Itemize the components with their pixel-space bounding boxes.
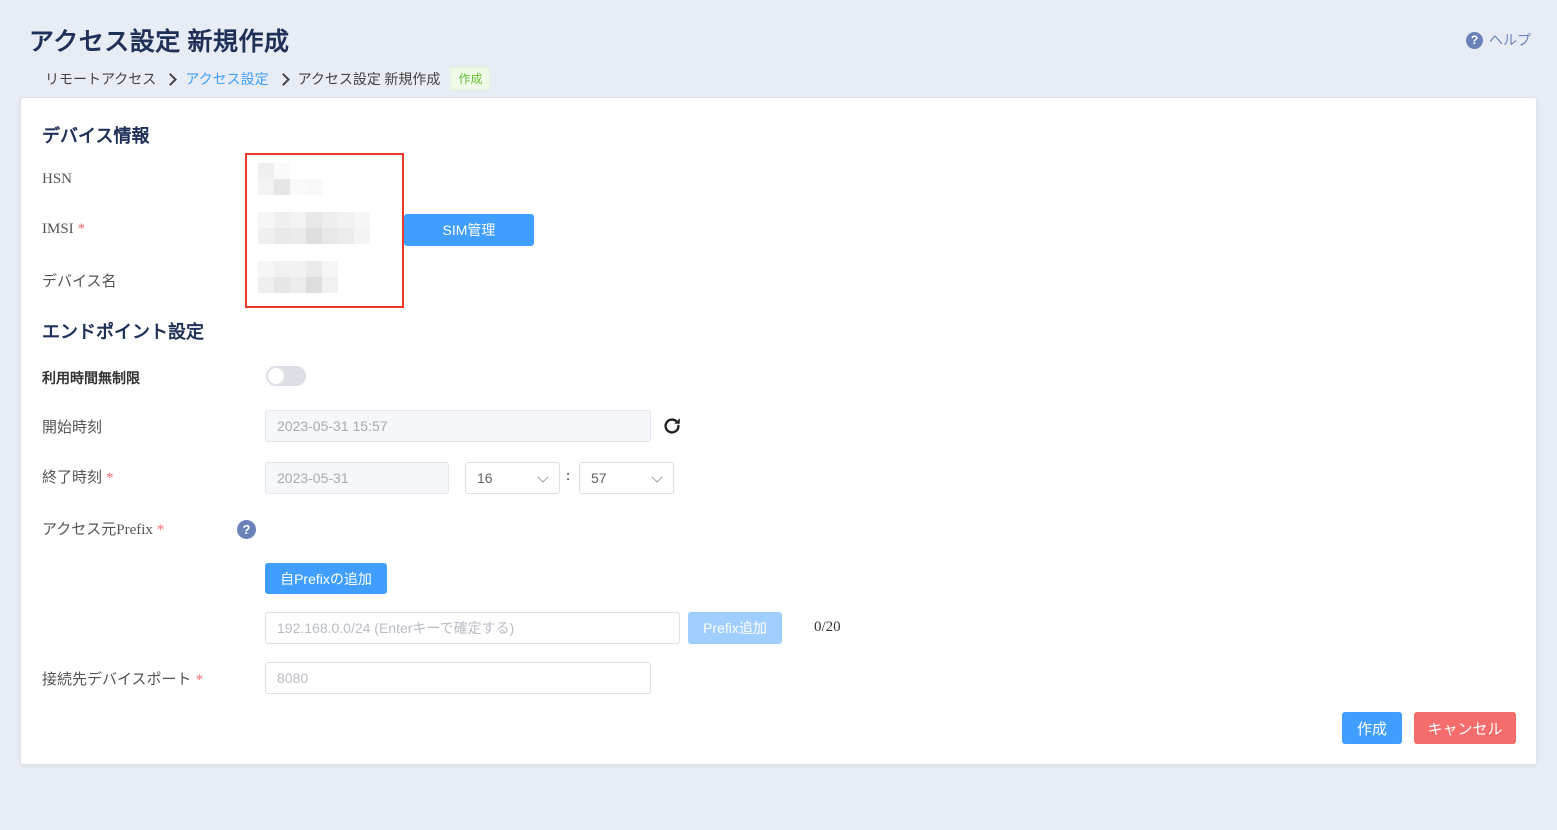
endpoint-section-title: エンドポイント設定 (42, 322, 204, 342)
device-port-input[interactable]: 8080 (265, 662, 651, 694)
unlimited-time-toggle[interactable] (266, 366, 306, 386)
end-minute-select[interactable]: 57 (579, 462, 674, 494)
end-hour-select[interactable]: 16 (465, 462, 560, 494)
chevron-down-icon (651, 471, 663, 483)
prefix-add-button[interactable]: Prefix追加 (688, 612, 782, 644)
create-button[interactable]: 作成 (1342, 712, 1402, 744)
chevron-down-icon (537, 471, 549, 483)
end-time-label: 終了時刻 * (42, 470, 114, 486)
hsn-label: HSN (42, 171, 73, 187)
unlimited-time-label: 利用時間無制限 (42, 370, 140, 386)
sim-management-button[interactable]: SIM管理 (404, 214, 534, 246)
help-label: ヘルプ (1489, 34, 1531, 49)
highlight-box (245, 153, 404, 308)
question-circle-icon[interactable]: ? (237, 520, 256, 539)
help-link[interactable]: ? ヘルプ (1466, 30, 1531, 50)
mode-tag: 作成 (450, 67, 491, 90)
prefix-count: 0/20 (814, 619, 841, 635)
device-section-title: デバイス情報 (42, 126, 150, 146)
end-date-input[interactable]: 2023-05-31 (265, 462, 449, 494)
cancel-button[interactable]: キャンセル (1414, 712, 1516, 744)
chevron-right-icon (278, 72, 288, 86)
device-name-label: デバイス名 (42, 274, 117, 290)
device-port-label: 接続先デバイスポート * (42, 672, 204, 688)
question-circle-icon: ? (1466, 31, 1483, 49)
chevron-right-icon (165, 72, 175, 86)
form-card: デバイス情報 HSN IMSI * デバイス名 SIM管理 エンドポイント設定 利… (20, 97, 1537, 765)
time-separator: : (566, 468, 571, 484)
imsi-label: IMSI * (42, 221, 86, 237)
breadcrumb-current: アクセス設定 新規作成 (297, 72, 441, 88)
start-time-input[interactable]: 2023-05-31 15:57 (265, 410, 651, 442)
prefix-input[interactable]: 192.168.0.0/24 (Enterキーで確定する) (265, 612, 680, 644)
breadcrumb-remote-access[interactable]: リモートアクセス (45, 69, 156, 89)
breadcrumb: リモートアクセス アクセス設定 アクセス設定 新規作成 作成 (45, 67, 491, 90)
start-time-label: 開始時刻 (42, 420, 103, 436)
add-own-prefix-button[interactable]: 自Prefixの追加 (265, 563, 387, 594)
breadcrumb-access-settings[interactable]: アクセス設定 (185, 69, 268, 89)
access-prefix-label: アクセス元Prefix * (42, 522, 165, 538)
refresh-icon[interactable] (661, 415, 683, 437)
page-title: アクセス設定 新規作成 (29, 29, 290, 56)
